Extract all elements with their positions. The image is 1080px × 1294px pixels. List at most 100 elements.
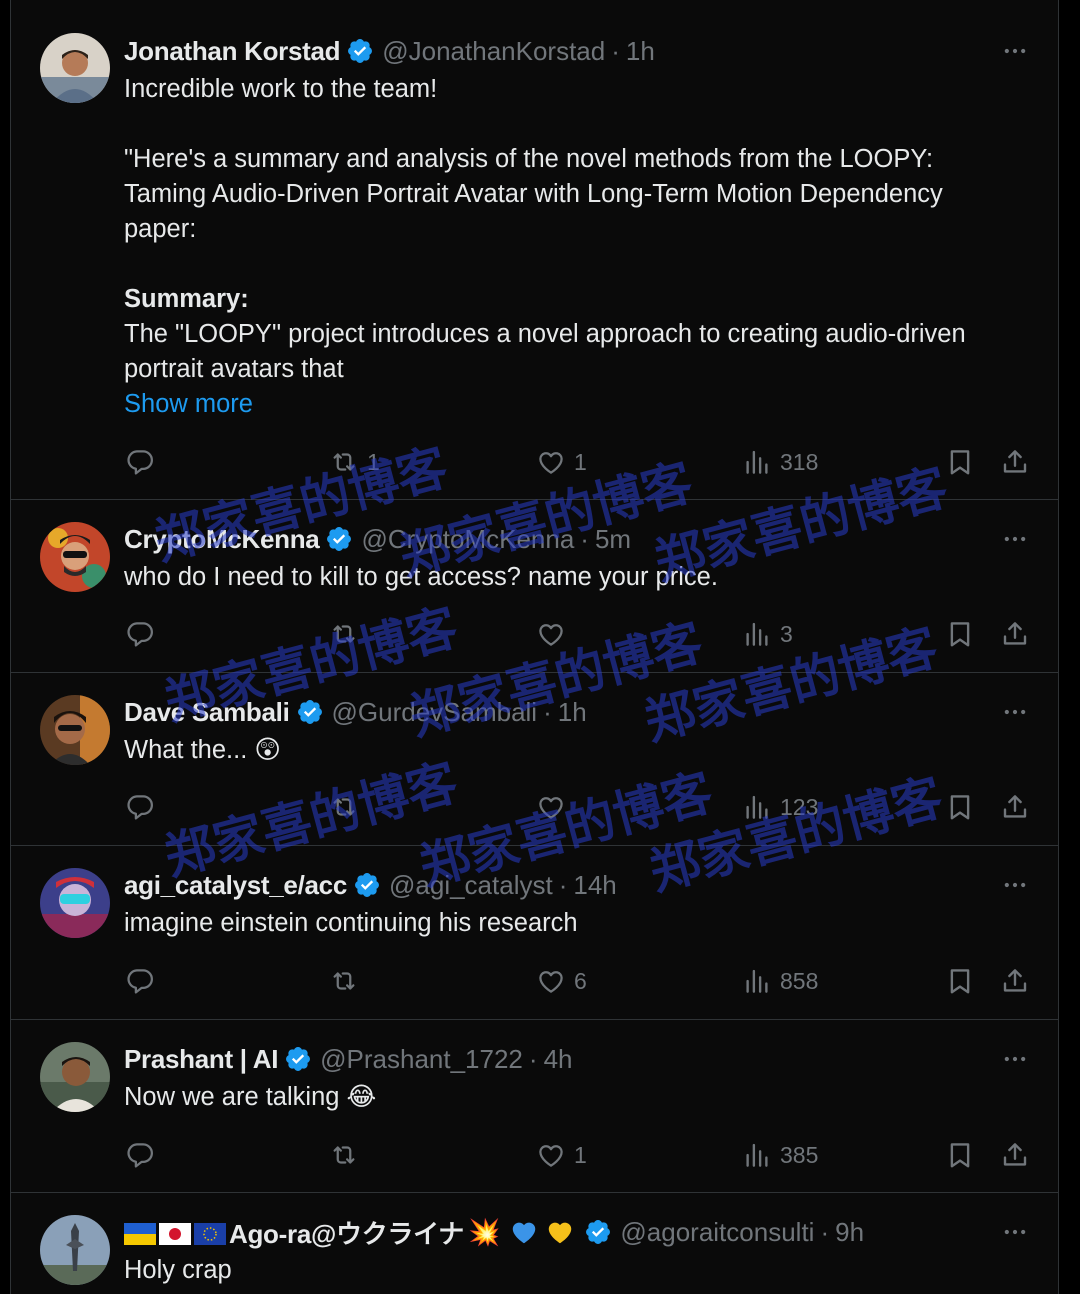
reply-icon — [125, 1140, 155, 1170]
heart-icon — [536, 619, 566, 649]
separator: · — [558, 869, 568, 900]
more-options-icon[interactable] — [1000, 1217, 1030, 1247]
like-button[interactable] — [536, 614, 566, 654]
tweet[interactable]: agi_catalyst_e/acc @agi_catalyst · 14h i… — [11, 846, 1059, 1020]
reply-button[interactable] — [125, 442, 155, 482]
reply-button[interactable] — [125, 787, 155, 827]
retweet-button[interactable] — [329, 787, 359, 827]
author-name[interactable]: CryptoMcKenna — [124, 524, 320, 555]
share-icon — [1000, 1140, 1030, 1170]
views-button[interactable]: 858 — [742, 961, 818, 1001]
avatar[interactable] — [40, 522, 110, 592]
text-line: Holy crap — [124, 1256, 232, 1284]
text-line: paper: — [124, 215, 197, 243]
tweet-header: CryptoMcKenna @CryptoMcKenna · 5m — [124, 522, 631, 556]
timestamp[interactable]: 9h — [835, 1217, 864, 1248]
like-button[interactable] — [536, 787, 566, 827]
share-button[interactable] — [1000, 961, 1030, 1001]
views-icon — [742, 447, 772, 477]
more-options-icon[interactable] — [1000, 697, 1030, 727]
views-button[interactable]: 318 — [742, 442, 818, 482]
bookmark-button[interactable] — [945, 614, 975, 654]
share-button[interactable] — [1000, 1135, 1030, 1175]
retweet-button[interactable] — [329, 614, 359, 654]
avatar[interactable] — [40, 695, 110, 765]
timestamp[interactable]: 1h — [626, 36, 655, 67]
tweet[interactable]: Jonathan Korstad @JonathanKorstad · 1h I… — [11, 0, 1059, 500]
like-button[interactable]: 1 — [536, 442, 587, 482]
more-options-icon[interactable] — [1000, 36, 1030, 66]
views-icon — [742, 966, 772, 996]
like-button[interactable]: 1 — [536, 1135, 587, 1175]
timestamp[interactable]: 5m — [595, 524, 631, 555]
show-more-link[interactable]: Show more — [124, 387, 1034, 422]
reply-button[interactable] — [125, 961, 155, 1001]
bookmark-button[interactable] — [945, 787, 975, 827]
author-name[interactable]: Jonathan Korstad — [124, 36, 341, 67]
like-count: 6 — [574, 967, 587, 994]
reply-icon — [125, 619, 155, 649]
separator: · — [580, 523, 589, 554]
ukraine-flag-icon — [124, 1221, 156, 1245]
verified-badge-icon — [346, 37, 374, 65]
bookmark-icon — [945, 447, 975, 477]
author-handle[interactable]: @Prashant_1722 — [320, 1044, 523, 1075]
tweet[interactable]: Prashant | AI @Prashant_1722 · 4h Now we… — [11, 1020, 1058, 1193]
action-bar: 3 — [11, 614, 1059, 654]
share-button[interactable] — [1000, 787, 1030, 827]
timestamp[interactable]: 14h — [573, 870, 616, 901]
more-options-icon[interactable] — [1000, 1044, 1030, 1074]
more-options-icon[interactable] — [1000, 870, 1030, 900]
author-name[interactable]: Ago-ra@ウクライナ — [229, 1214, 464, 1251]
bookmark-button[interactable] — [945, 442, 975, 482]
like-button[interactable]: 6 — [536, 961, 587, 1001]
yellow-heart-icon — [549, 1222, 572, 1244]
timestamp[interactable]: 1h — [558, 697, 587, 728]
views-button[interactable]: 123 — [742, 787, 818, 827]
author-handle[interactable]: @agoraitconsulti — [620, 1217, 814, 1248]
author-name[interactable]: Prashant | AI — [124, 1044, 278, 1075]
tweet-text: Incredible work to the team! "Here's a s… — [124, 72, 1034, 422]
action-bar: 1 1 318 — [11, 442, 1059, 482]
verified-badge-icon — [353, 871, 381, 899]
view-count: 123 — [780, 793, 819, 820]
author-handle[interactable]: @GurdevSambali — [332, 697, 538, 728]
timestamp[interactable]: 4h — [544, 1044, 573, 1075]
bookmark-button[interactable] — [945, 961, 975, 1001]
views-button[interactable]: 3 — [742, 614, 793, 654]
author-name[interactable]: Dave Sambali — [124, 697, 290, 728]
avatar[interactable] — [40, 1215, 110, 1285]
action-bar: 6 858 — [11, 961, 1059, 1001]
avatar[interactable] — [40, 1042, 110, 1112]
tweet[interactable]: CryptoMcKenna @CryptoMcKenna · 5m who do… — [11, 500, 1059, 673]
reply-icon — [125, 966, 155, 996]
author-handle[interactable]: @JonathanKorstad — [382, 36, 605, 67]
retweet-button[interactable] — [329, 1135, 359, 1175]
tweet-header: Prashant | AI @Prashant_1722 · 4h — [124, 1042, 572, 1076]
retweet-button[interactable] — [329, 961, 359, 1001]
author-handle[interactable]: @agi_catalyst — [389, 870, 553, 901]
retweet-icon — [329, 447, 359, 477]
bookmark-icon — [945, 619, 975, 649]
more-options-icon[interactable] — [1000, 524, 1030, 554]
tweet-text: imagine einstein continuing his research — [124, 906, 1034, 941]
text-line: Now we are talking 😂 — [124, 1080, 1034, 1115]
text-line: What the... 😲 — [124, 733, 1034, 768]
share-button[interactable] — [1000, 442, 1030, 482]
bookmark-button[interactable] — [945, 1135, 975, 1175]
views-button[interactable]: 385 — [742, 1135, 818, 1175]
reply-button[interactable] — [125, 614, 155, 654]
tweet[interactable]: Dave Sambali @GurdevSambali · 1h What th… — [11, 673, 1058, 846]
like-count: 1 — [574, 448, 587, 475]
heart-icon — [536, 1140, 566, 1170]
avatar[interactable] — [40, 33, 110, 103]
avatar[interactable] — [40, 868, 110, 938]
author-handle[interactable]: @CryptoMcKenna — [361, 524, 574, 555]
reply-button[interactable] — [125, 1135, 155, 1175]
author-name[interactable]: agi_catalyst_e/acc — [124, 870, 347, 901]
tweet[interactable]: Ago-ra@ウクライナ 💥 @agoraitconsulti · 9h Hol… — [11, 1193, 1059, 1294]
retweet-button[interactable]: 1 — [329, 442, 380, 482]
retweet-icon — [329, 1140, 359, 1170]
share-button[interactable] — [1000, 614, 1030, 654]
share-icon — [1000, 966, 1030, 996]
